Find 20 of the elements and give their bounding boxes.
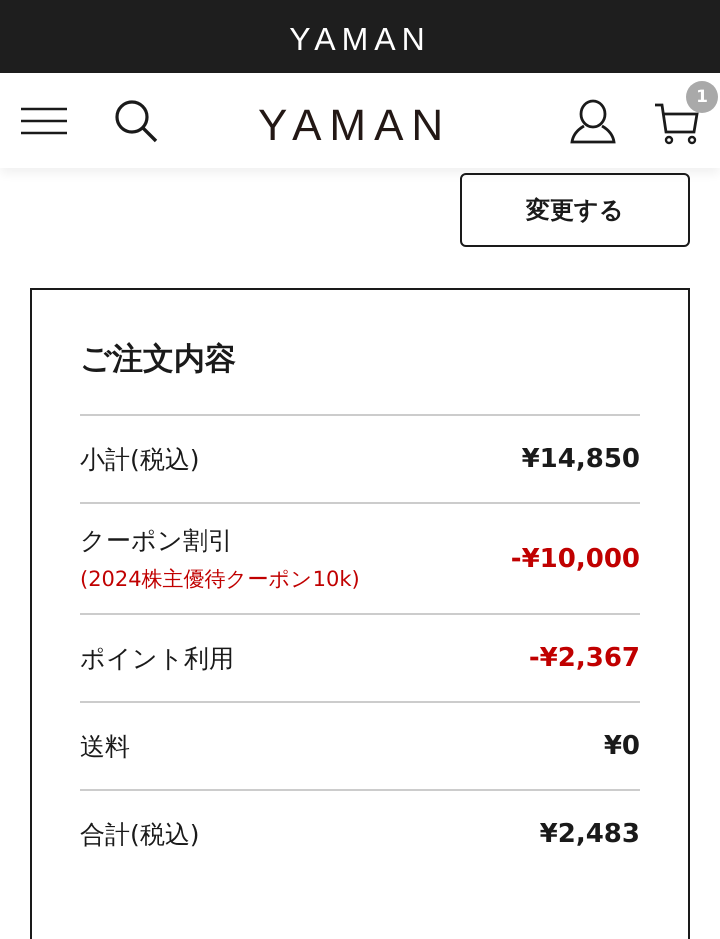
search-icon[interactable] <box>114 98 158 142</box>
amount: -¥10,000 <box>510 544 640 574</box>
row-label: 合計(税込) <box>80 818 200 850</box>
row-label: ポイント利用 <box>80 642 234 674</box>
coupon-name: (2024株主優待クーポン10k) <box>80 566 360 593</box>
section-title: ご注文内容 <box>80 338 640 416</box>
cart-count-badge: 1 <box>686 80 718 112</box>
brand-logo[interactable]: YAMAN <box>258 100 452 150</box>
amount: ¥2,483 <box>540 819 640 849</box>
cart-icon[interactable] <box>654 100 700 144</box>
brand-logo: YAMAN <box>289 20 431 58</box>
row-label: 送料 <box>80 730 130 762</box>
menu-icon[interactable] <box>20 106 68 134</box>
amount: ¥0 <box>604 731 640 761</box>
row-label: クーポン割引 <box>80 525 234 557</box>
user-icon[interactable] <box>570 98 616 144</box>
amount: -¥2,367 <box>528 643 640 673</box>
change-button[interactable]: 変更する <box>460 173 690 247</box>
row-label: 小計(税込) <box>80 444 200 476</box>
amount: ¥14,850 <box>522 444 640 474</box>
